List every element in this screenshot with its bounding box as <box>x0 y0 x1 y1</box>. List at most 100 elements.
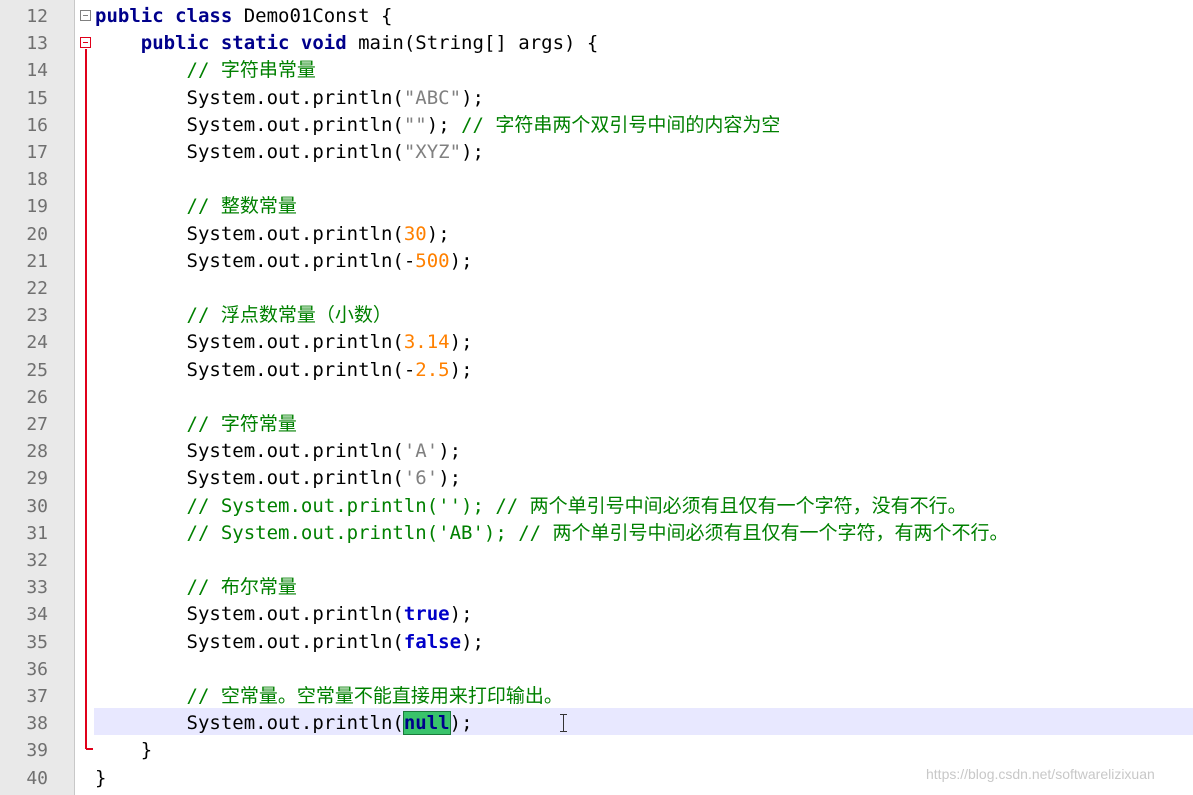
code-keyword: public class <box>95 5 233 27</box>
code-text: } <box>95 766 107 789</box>
code-line[interactable]: } <box>95 737 152 764</box>
code-string: "ABC" <box>403 86 462 109</box>
code-number: 2.5 <box>415 358 450 381</box>
code-line[interactable]: // 布尔常量 <box>95 574 297 601</box>
code-line[interactable]: System.out.println("XYZ"); <box>95 139 484 166</box>
code-comment: // 整数常量 <box>95 195 297 218</box>
code-line[interactable]: // 空常量。空常量不能直接用来打印输出。 <box>95 683 563 710</box>
line-number: 28 <box>26 441 48 463</box>
code-text: ); <box>461 141 484 163</box>
code-text: ); <box>449 603 473 626</box>
code-text: main(String[] args) { <box>346 32 599 55</box>
code-text: ); <box>461 630 484 653</box>
line-number: 34 <box>26 604 48 626</box>
code-line[interactable]: // 整数常量 <box>95 193 297 220</box>
code-string: '6' <box>403 467 439 490</box>
code-line[interactable]: System.out.println(-2.5); <box>95 357 473 384</box>
code-number: 30 <box>403 222 427 245</box>
code-string: "XYZ" <box>403 141 462 163</box>
code-line[interactable]: // 字符常量 <box>95 411 297 438</box>
code-text: System.out.println( <box>95 113 404 136</box>
line-number: 21 <box>26 250 48 272</box>
line-number: 30 <box>26 495 48 517</box>
line-number: 16 <box>26 114 48 136</box>
code-editor[interactable]: 12 13 14 15 16 17 18 19 20 21 22 23 24 25 26 27 28 29 30 31… <box>0 0 1193 795</box>
code-text: System.out.println( <box>95 630 404 653</box>
line-number: 24 <box>26 332 48 354</box>
line-number: 31 <box>26 522 48 544</box>
code-text: ); <box>449 358 473 381</box>
code-number: 3.14 <box>403 331 450 354</box>
code-line[interactable]: System.out.println(true); <box>95 601 473 628</box>
code-line[interactable]: System.out.println(false); <box>95 629 484 656</box>
code-comment: // 字符串两个双引号中间的内容为空 <box>461 113 781 136</box>
code-line[interactable]: System.out.println('A'); <box>95 438 462 465</box>
code-text: ); <box>461 86 484 109</box>
code-text: System.out.println( <box>95 603 404 626</box>
line-number: 18 <box>26 169 48 191</box>
code-text: } <box>95 739 153 762</box>
line-number: 33 <box>26 577 48 599</box>
selected-token: null <box>402 711 451 736</box>
code-text: ); <box>438 440 462 463</box>
code-line[interactable]: System.out.println(""); // 字符串两个双引号中间的内容… <box>95 112 781 139</box>
code-text: ); <box>426 222 450 245</box>
fold-margin <box>75 0 93 795</box>
code-text: System.out.println( <box>95 712 404 735</box>
code-text: System.out.println( <box>95 331 404 354</box>
line-number: 19 <box>26 196 48 218</box>
line-number: 38 <box>26 713 48 735</box>
line-number: 13 <box>26 33 48 55</box>
code-comment: // 布尔常量 <box>95 576 297 599</box>
code-text: System.out.println( <box>95 141 404 163</box>
code-line[interactable]: System.out.println(-500); <box>95 248 473 275</box>
code-text: System.out.println( <box>95 467 404 490</box>
fold-minus-icon[interactable] <box>80 10 91 21</box>
line-number: 35 <box>26 631 48 653</box>
code-text: ); <box>449 249 473 272</box>
code-text: System.out.println(- <box>95 249 416 272</box>
code-string: 'A' <box>403 440 439 463</box>
code-line[interactable]: System.out.println(30); <box>95 221 450 248</box>
code-comment: // 字符常量 <box>95 413 297 435</box>
fold-range-line <box>85 49 87 749</box>
watermark: https://blog.csdn.net/softwarelizixuan <box>926 766 1155 782</box>
line-number: 23 <box>26 305 48 327</box>
code-keyword: public static void <box>140 32 347 55</box>
code-text: Demo01Const { <box>232 5 393 27</box>
code-line[interactable]: } <box>95 765 106 792</box>
line-number: 39 <box>26 740 48 762</box>
line-number: 12 <box>26 6 48 27</box>
code-line[interactable]: public class Demo01Const { <box>95 3 392 30</box>
code-keyword: false <box>403 630 462 653</box>
code-line[interactable]: public static void main(String[] args) { <box>95 30 599 57</box>
code-comment: // System.out.println(''); // 两个单引号中间必须有… <box>95 494 967 517</box>
line-number: 36 <box>26 658 48 680</box>
code-line[interactable]: System.out.println(3.14); <box>95 329 473 356</box>
line-number: 37 <box>26 686 48 707</box>
code-line[interactable]: System.out.println('6'); <box>95 465 462 492</box>
code-line[interactable]: System.out.println(null); <box>95 710 473 737</box>
line-number: 32 <box>26 550 48 571</box>
code-text: ); <box>426 113 462 136</box>
code-line[interactable]: System.out.println("ABC"); <box>95 85 484 112</box>
fold-range-end <box>86 748 93 750</box>
code-comment: // 浮点数常量（小数） <box>95 304 392 327</box>
line-number: 27 <box>26 414 48 435</box>
code-line[interactable]: // 字符串常量 <box>95 57 316 84</box>
code-text: System.out.println( <box>95 86 404 109</box>
line-number: 22 <box>26 278 48 299</box>
line-number: 25 <box>26 359 48 381</box>
code-text: ); <box>449 331 473 354</box>
fold-minus-icon[interactable] <box>80 37 91 48</box>
line-number: 15 <box>26 87 48 109</box>
line-number: 40 <box>26 767 48 789</box>
code-line[interactable]: // System.out.println('AB'); // 两个单引号中间必… <box>95 520 1009 547</box>
code-line[interactable]: // 浮点数常量（小数） <box>95 302 392 329</box>
code-comment: // 字符串常量 <box>95 59 316 82</box>
code-text: ); <box>449 712 473 735</box>
line-number: 29 <box>26 468 48 490</box>
code-line[interactable]: // System.out.println(''); // 两个单引号中间必须有… <box>95 493 967 520</box>
code-text: System.out.println( <box>95 440 404 463</box>
code-text: System.out.println(- <box>95 358 416 381</box>
